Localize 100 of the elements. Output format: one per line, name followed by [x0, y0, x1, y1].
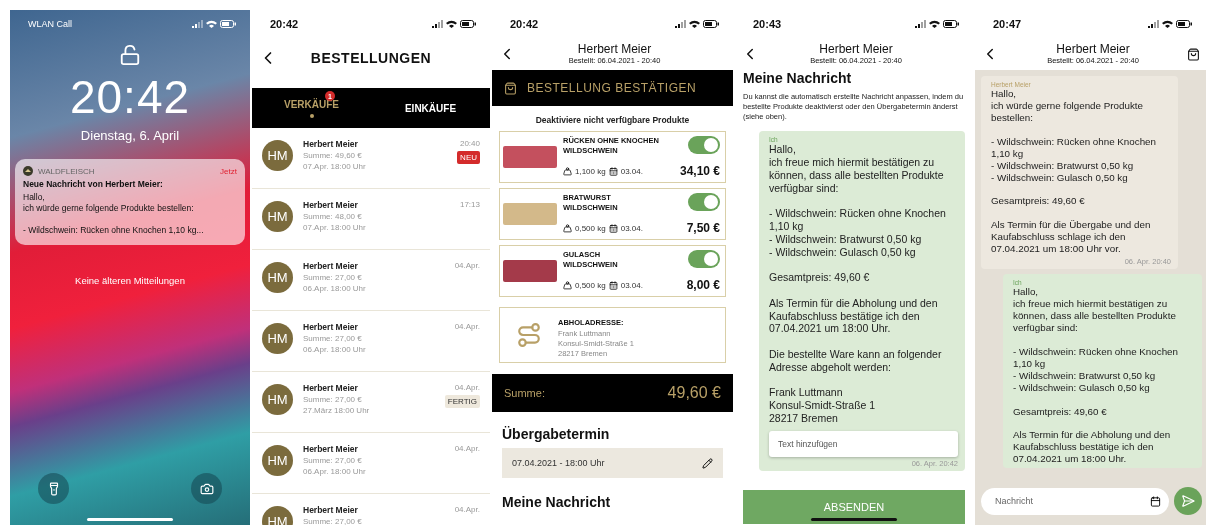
message-input[interactable]: Nachricht: [981, 487, 1169, 515]
battery-icon: [220, 20, 236, 28]
photo-placeholder: [503, 146, 557, 168]
no-older-notifications-text: Keine älteren Mitteilungen: [75, 275, 185, 287]
customer-name: Herbert Meier: [303, 383, 359, 393]
status-time: 20:42: [270, 18, 299, 30]
signal-icon: [192, 20, 203, 28]
calendar-icon: [608, 223, 618, 233]
product-weight: 0,500 kg: [575, 223, 606, 233]
battery-icon: [1176, 20, 1192, 28]
product-weight: 1,100 kg: [575, 166, 606, 176]
avatar: HM: [262, 262, 293, 293]
shopping-bag-button[interactable]: [1187, 47, 1200, 61]
handover-date-field[interactable]: 07.04.2021 - 18:00 Uhr: [502, 448, 723, 478]
notification-app-name: WALDFLEISCH: [38, 166, 96, 176]
order-row[interactable]: HM Herbert Meier Summe: 27,00 € 06.Apr. 18:00 Uhr 04.Apr.: [252, 311, 490, 372]
order-row[interactable]: HM Herbert Meier Summe: 48,00 € 07.Apr. 18:00 Uhr 17:13: [252, 189, 490, 250]
availability-toggle[interactable]: [688, 136, 720, 154]
send-button[interactable]: [1174, 487, 1202, 515]
wifi-icon: [929, 20, 940, 28]
customer-name: Herbert Meier: [577, 42, 652, 57]
customer-name: Herbert Meier: [303, 139, 359, 149]
order-time: 20:40: [459, 139, 480, 148]
notification-card[interactable]: WALDFLEISCH Jetzt Neue Nachricht von Herbert Meier: Hallo, ich würde gerne folgende Produkte bestellen: - Wildschwein: Rücken ohne Knochen 1,10 kg...: [15, 159, 245, 246]
camera-icon: [199, 481, 214, 496]
weight-icon: [563, 280, 572, 290]
calendar-icon[interactable]: [1150, 495, 1161, 507]
customer-name: Herbert Meier: [303, 505, 359, 515]
order-time: 17:13: [459, 200, 480, 209]
order-row[interactable]: HM Herbert Meier Summe: 27,00 € 06.Apr. 18:00 Uhr 04.Apr.: [252, 250, 490, 311]
order-sum: Summe: 27,00 €: [303, 395, 363, 404]
battery-icon: [703, 20, 719, 28]
lock-date: Dienstag, 6. April: [80, 128, 180, 143]
message-text: Hallo, ich freue mich hiermit bestätigen zu können, dass alle bestellten Produkte verfügbar sind: - Wildschwein: Rücken ohne Knochen 1,10 kg - Wildschwein: Bratwurst 0,50 kg - Wildschwein: Gulasch 0,50 kg Gesamtpreis: 49,60 € Als Termin für die Abholung und den Kaufabschluss bestätige ich den 07.04.2021 um 18:00 Uhr.: [1013, 286, 1179, 466]
wifi-icon: [206, 20, 217, 28]
total-label: Summe:: [504, 387, 545, 399]
photo-placeholder: [503, 203, 557, 225]
avatar: HM: [262, 323, 293, 354]
lock-time: 20:42: [69, 70, 191, 124]
notification-time: Jetzt: [220, 166, 237, 176]
customer-name: Herbert Meier: [1056, 42, 1130, 57]
signal-icon: [675, 20, 686, 28]
status-badge: FERTIG: [444, 395, 480, 408]
total-value: 49,60 €: [667, 384, 721, 402]
calendar-icon: [608, 166, 618, 176]
order-row[interactable]: HM Herbert Meier Summe: 49,60 € 07.Apr. 18:00 Uhr 20:40 NEU: [252, 128, 490, 189]
section-title: Übergabetermin: [501, 426, 611, 442]
customer-name: Herbert Meier: [303, 444, 359, 454]
notification-text: Hallo, ich würde gerne folgende Produkte bestellen: - Wildschwein: Rücken ohne Knochen 1,10 kg...: [23, 192, 205, 237]
confirm-order-button[interactable]: BESTELLUNG BESTÄTIGEN: [492, 70, 733, 106]
message-text: Hallo, ich würde gerne folgende Produkte bestellen: - Wildschwein: Rücken ohne Knochen 1,10 kg - Wildschwein: Bratwurst 0,50 kg - Wildschwein: Gulasch 0,50 kg Gesamtpreis: 49,60 € Als Termin für die Übergabe und den Kaufabschluss schlage ich den 07.04.2021 um 18:00 Uhr vor.: [991, 88, 1157, 256]
screen-title: BESTELLUNGEN: [309, 50, 433, 66]
customer-name: Herbert Meier: [819, 42, 893, 57]
customer-name: Herbert Meier: [303, 200, 359, 210]
pickup-time: 27.März 18:00 Uhr: [303, 406, 371, 415]
product-date: 03.04.: [620, 166, 643, 176]
pickup-time: 07.Apr. 18:00 Uhr: [303, 223, 367, 232]
signal-icon: [432, 20, 443, 28]
unlocked-padlock-icon: [119, 44, 141, 66]
order-sum: Summe: 27,00 €: [303, 273, 363, 282]
battery-icon: [460, 20, 476, 28]
calendar-icon: [608, 280, 618, 290]
notification-title: Neue Nachricht von Herbert Meier:: [23, 179, 164, 189]
order-time: 04.Apr.: [454, 383, 480, 392]
status-time: 20:42: [510, 18, 539, 30]
pickup-time: 06.Apr. 18:00 Uhr: [303, 345, 367, 354]
edit-icon: [702, 457, 713, 469]
pickup-time: 07.Apr. 18:00 Uhr: [303, 162, 367, 171]
order-time: 04.Apr.: [454, 322, 480, 331]
flashlight-button[interactable]: [38, 473, 69, 504]
product-price: 7,50 €: [686, 221, 720, 235]
avatar: HM: [262, 384, 293, 415]
battery-icon: [943, 20, 959, 28]
status-time: 20:43: [753, 18, 782, 30]
order-time: 04.Apr.: [454, 261, 480, 270]
wifi-icon: [1162, 20, 1173, 28]
order-row[interactable]: HM Herbert Meier Summe: 27,00 € 06.Apr. 18:00 Uhr 04.Apr.: [252, 433, 490, 494]
pickup-time: 06.Apr. 18:00 Uhr: [303, 284, 367, 293]
app-logo-icon: [23, 166, 33, 176]
availability-toggle[interactable]: [688, 193, 720, 211]
weight-icon: [563, 223, 572, 233]
status-time: 20:47: [993, 18, 1022, 30]
signal-icon: [1148, 20, 1159, 28]
weight-icon: [563, 166, 572, 176]
order-row[interactable]: HM Herbert Meier Summe: 27,00 € 27.März 18:00 Uhr 04.Apr. FERTIG: [252, 372, 490, 433]
message-field[interactable]: Nachricht: [993, 495, 1150, 507]
product-date: 03.04.: [620, 280, 643, 290]
product-price: 8,00 €: [686, 278, 720, 292]
shopping-bag-icon: [1187, 47, 1200, 61]
add-text-field[interactable]: Text hinzufügen: [769, 430, 958, 457]
order-time: 04.Apr.: [454, 505, 480, 514]
avatar: HM: [262, 140, 293, 171]
section-title: Meine Nachricht: [742, 70, 853, 86]
order-sum: Summe: 48,00 €: [303, 212, 363, 221]
camera-button[interactable]: [191, 473, 222, 504]
message-text: Hallo, ich freue mich hiermit bestätigen zu können, dass alle bestellten Produkte verfügbar sind: - Wildschwein: Rücken ohne Knochen 1,10 kg - Wildschwein: Bratwurst 0,50 kg - Wildschwein: Gulasch 0,50 kg Gesamtpreis: 49,60 € Als Termin für die Abholung und den Kaufabschluss bestätige ich den 07.04.2021 um 18:00 Uhr. Die bestellte Ware kann an folgender Adresse abgeholt werden: Frank Luttmann Konsul-Smidt-Straße 1 28217 Bremen: [769, 143, 947, 425]
avatar: HM: [262, 445, 293, 476]
hint-text: Deaktiviere nicht verfügbare Produkte: [534, 115, 691, 125]
availability-toggle[interactable]: [688, 250, 720, 268]
route-icon: [516, 322, 542, 348]
